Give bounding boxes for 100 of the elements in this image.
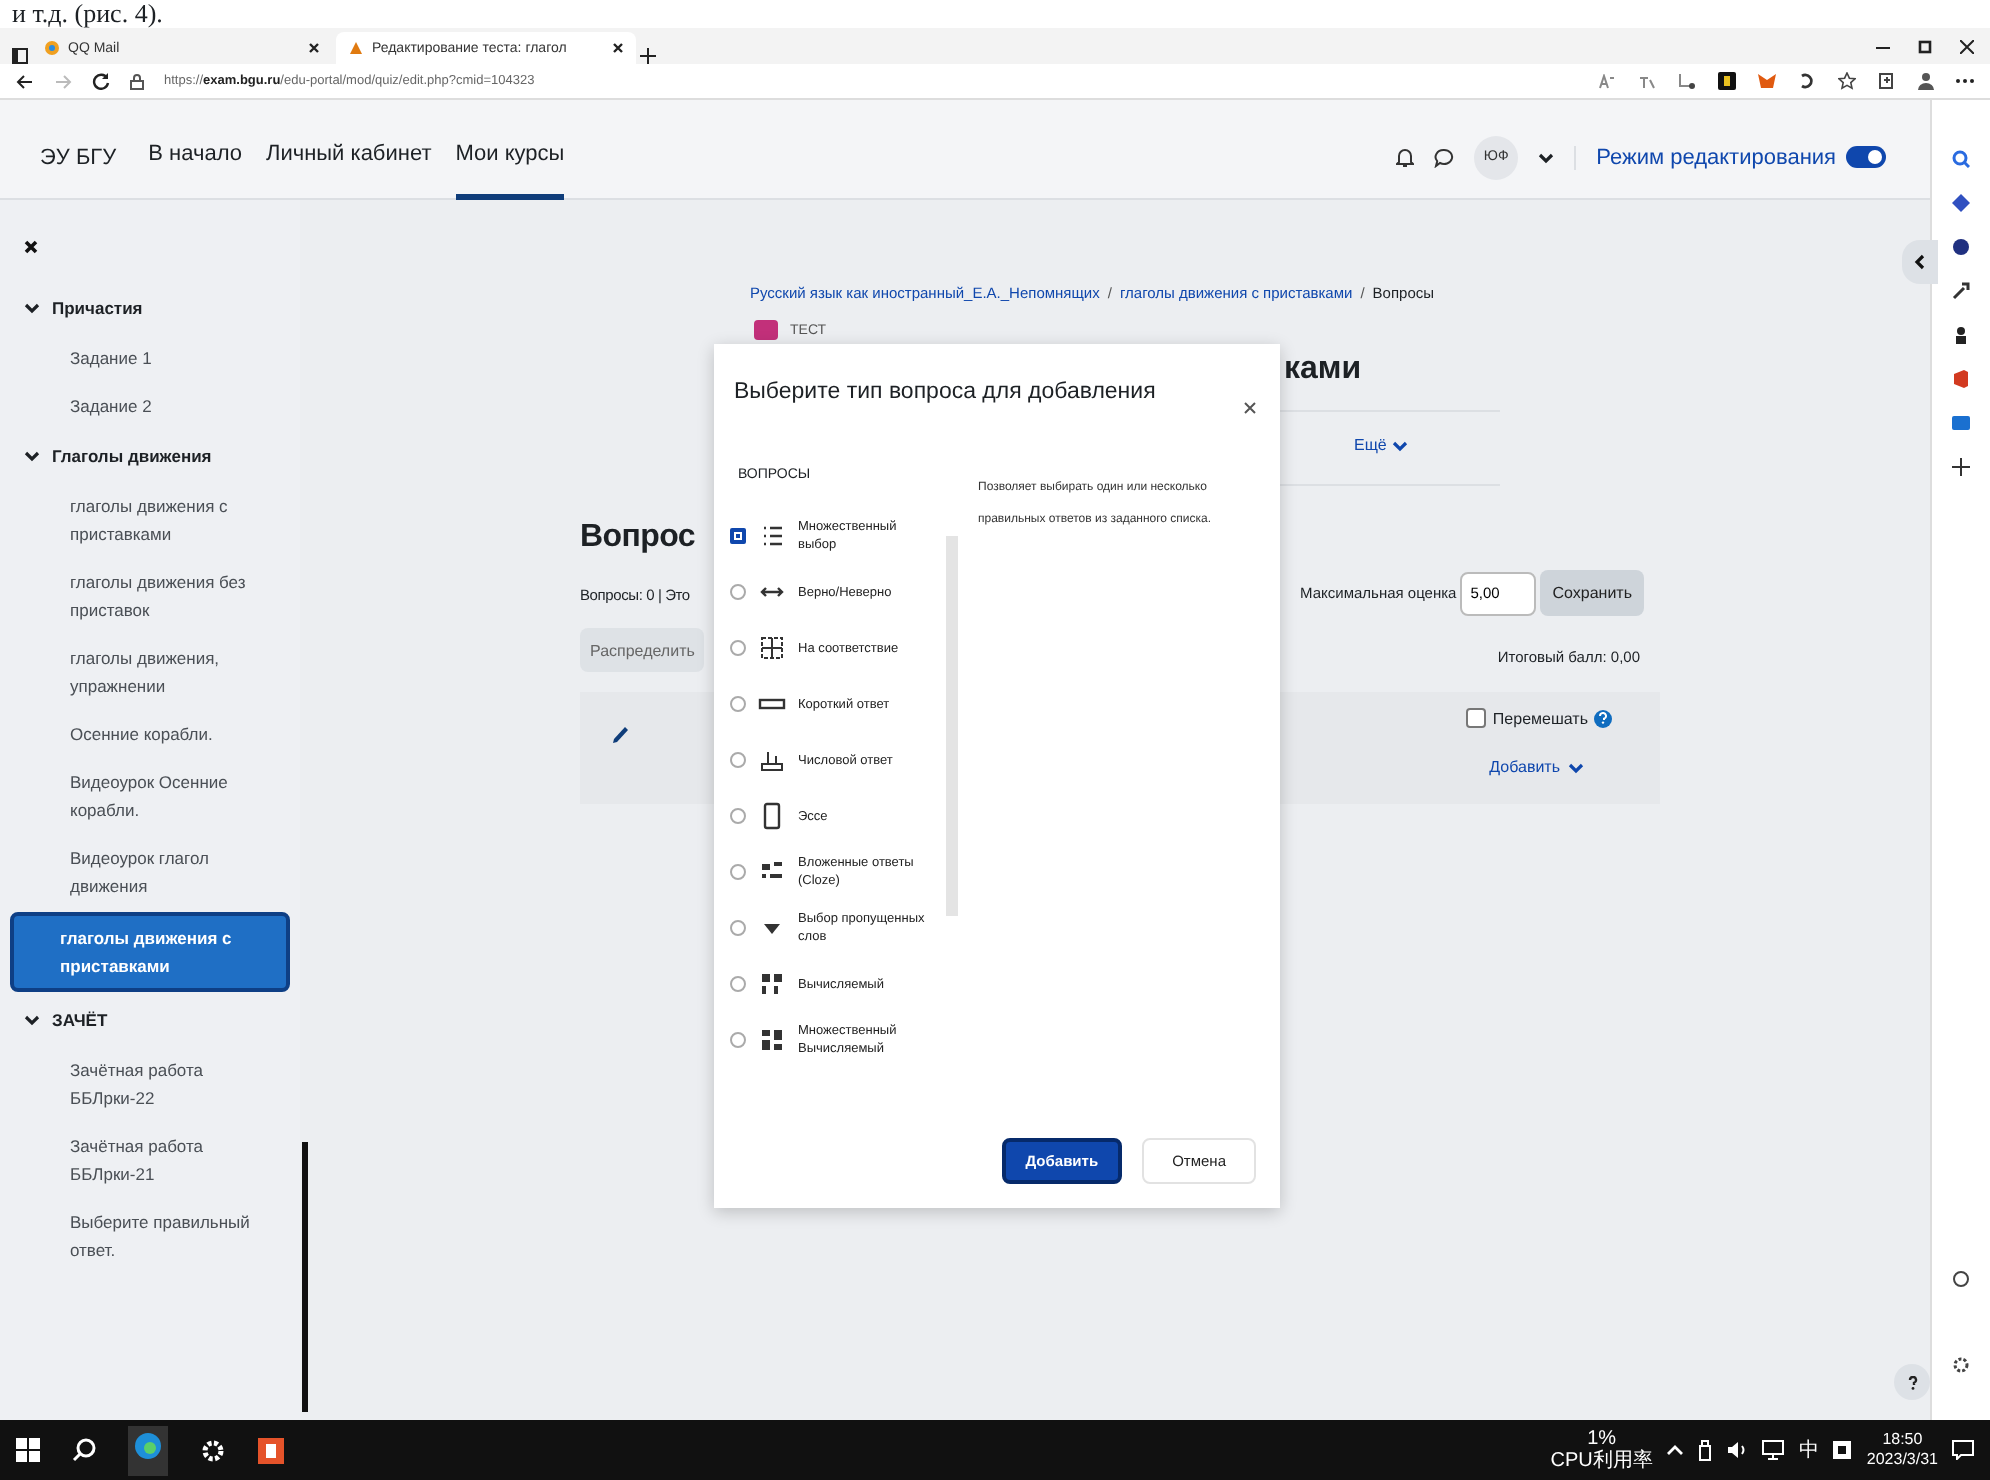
question-type-icon <box>758 634 786 662</box>
back-icon[interactable] <box>16 73 34 89</box>
clock-time[interactable]: 18:50 <box>1882 1430 1923 1450</box>
network-icon[interactable] <box>1762 1440 1785 1460</box>
chevron-left-icon <box>1914 254 1926 270</box>
office-icon[interactable] <box>1952 370 1970 388</box>
scrollbar[interactable] <box>946 536 958 916</box>
sidebar-item[interactable]: Выберите правильный ответ. <box>10 1200 290 1272</box>
profile-icon[interactable] <box>1918 72 1934 90</box>
section-heading: Вопрос <box>580 520 695 556</box>
dialog-title: Выберите тип вопроса для добавления <box>734 380 1156 404</box>
shuffle-label: Перемешать <box>1492 709 1588 727</box>
caret-icon <box>1538 151 1555 163</box>
sidebar-item[interactable]: Зачётная работа ББЛрки-22 <box>10 1048 290 1120</box>
add-menu[interactable]: Добавить <box>1489 758 1584 776</box>
repaginate-button[interactable]: Распределить <box>580 628 705 672</box>
start-icon[interactable] <box>16 1438 40 1462</box>
volume-icon[interactable] <box>1726 1440 1749 1460</box>
sidebar-item[interactable]: глаголы движения без приставок <box>10 560 290 632</box>
close-icon[interactable] <box>1960 39 1974 53</box>
question-type-icon <box>758 746 786 774</box>
section-title[interactable]: ЗАЧЁТ <box>52 1010 108 1030</box>
radio-button[interactable] <box>730 752 746 768</box>
edit-mode-toggle[interactable] <box>1846 146 1886 168</box>
radio-button[interactable] <box>730 920 746 936</box>
close-icon[interactable] <box>612 42 624 54</box>
fox-extension-icon[interactable] <box>1758 72 1776 90</box>
collapse-drawer-button[interactable] <box>1902 240 1938 284</box>
read-aloud-icon[interactable] <box>1598 73 1616 89</box>
lock-icon <box>130 73 144 89</box>
sidebar-item[interactable]: Задание 1 <box>10 336 290 380</box>
chat-icon[interactable] <box>1434 147 1455 167</box>
question-type-icon <box>758 1026 786 1054</box>
sidebar-icon[interactable] <box>12 48 28 64</box>
radio-button[interactable] <box>730 1032 746 1048</box>
section-title[interactable]: Причастия <box>52 298 143 318</box>
new-tab-icon[interactable] <box>640 48 656 64</box>
more-icon[interactable] <box>1956 78 1974 84</box>
input-method[interactable]: 中 <box>1798 1436 1819 1464</box>
collections-icon[interactable] <box>1878 72 1896 90</box>
sidebar-item[interactable]: Осенние корабли. <box>10 712 290 756</box>
close-icon[interactable] <box>24 240 38 254</box>
radio-button[interactable] <box>730 640 746 656</box>
radio-button[interactable] <box>730 808 746 824</box>
question-mark-icon <box>1907 1375 1917 1389</box>
presentation-app-icon[interactable] <box>258 1437 284 1463</box>
radio-button[interactable] <box>730 528 746 544</box>
sidebar-item[interactable]: глаголы движения с приставками <box>10 912 290 992</box>
sidebar-item[interactable]: глаголы движения с приставками <box>10 484 290 556</box>
save-button[interactable]: Сохранить <box>1540 570 1644 616</box>
sidebar-item[interactable]: Задание 2 <box>10 384 290 428</box>
close-icon[interactable] <box>1244 402 1256 414</box>
quiz-icon <box>754 320 778 340</box>
outlook-icon[interactable] <box>1952 414 1970 432</box>
question-type-icon <box>758 970 786 998</box>
circle-icon[interactable] <box>1952 238 1970 256</box>
add-icon[interactable] <box>1952 458 1970 476</box>
person-icon[interactable] <box>1952 326 1970 344</box>
section-title[interactable]: Глаголы движения <box>52 446 212 466</box>
shuffle-checkbox[interactable] <box>1466 708 1487 728</box>
usb-icon[interactable] <box>1698 1439 1713 1461</box>
chevron-icon[interactable] <box>24 1014 40 1026</box>
question-type-icon <box>758 522 786 550</box>
pencil-icon[interactable] <box>612 726 628 744</box>
more-menu[interactable]: Ещё <box>1354 436 1409 454</box>
radio-button[interactable] <box>730 976 746 992</box>
search-icon[interactable] <box>72 1438 96 1462</box>
browser-icon[interactable] <box>134 1431 162 1459</box>
edit-mode-label: Режим редактирования <box>1596 145 1836 169</box>
sidebar-item[interactable]: Видеоурок Осенние корабли. <box>10 760 290 832</box>
caret-icon <box>1392 439 1409 451</box>
caret-icon <box>1568 761 1584 773</box>
favorites-icon[interactable] <box>1838 72 1856 90</box>
page-icon <box>348 40 364 56</box>
question-mark-icon <box>1598 712 1608 724</box>
restore-icon[interactable] <box>1918 39 1932 53</box>
radio-button[interactable] <box>730 584 746 600</box>
mail-icon <box>44 40 60 56</box>
site-name[interactable]: ЭУ БГУ <box>40 145 117 169</box>
radio-button[interactable] <box>730 864 746 880</box>
sidebar-item[interactable]: Видеоурок глагол движения <box>10 836 290 908</box>
help-button[interactable] <box>1894 1364 1930 1400</box>
chevron-icon[interactable] <box>24 450 40 462</box>
bell-icon[interactable] <box>1396 147 1415 167</box>
nav-link[interactable]: Личный кабинет <box>265 115 432 199</box>
sidebar-item[interactable]: Зачётная работа ББЛрки-21 <box>10 1124 290 1196</box>
close-icon[interactable] <box>308 42 320 54</box>
scrollbar[interactable] <box>302 1142 308 1412</box>
reload-icon[interactable] <box>92 72 110 90</box>
nav-link[interactable]: В начало <box>148 115 242 199</box>
sidebar-item[interactable]: глаголы движения, упражнении <box>10 636 290 708</box>
page-title: ками <box>1284 352 1362 388</box>
cpu-label: CPU利用率 <box>1550 1450 1653 1472</box>
radio-button[interactable] <box>730 696 746 712</box>
chevron-icon[interactable] <box>24 302 40 314</box>
chevron-up-icon[interactable] <box>1666 1444 1685 1456</box>
notification-icon[interactable] <box>1952 1440 1974 1460</box>
question-type-icon <box>758 802 786 830</box>
clock-date[interactable]: 2023/3/31 <box>1866 1450 1938 1470</box>
shapes-icon[interactable] <box>1952 194 1970 212</box>
